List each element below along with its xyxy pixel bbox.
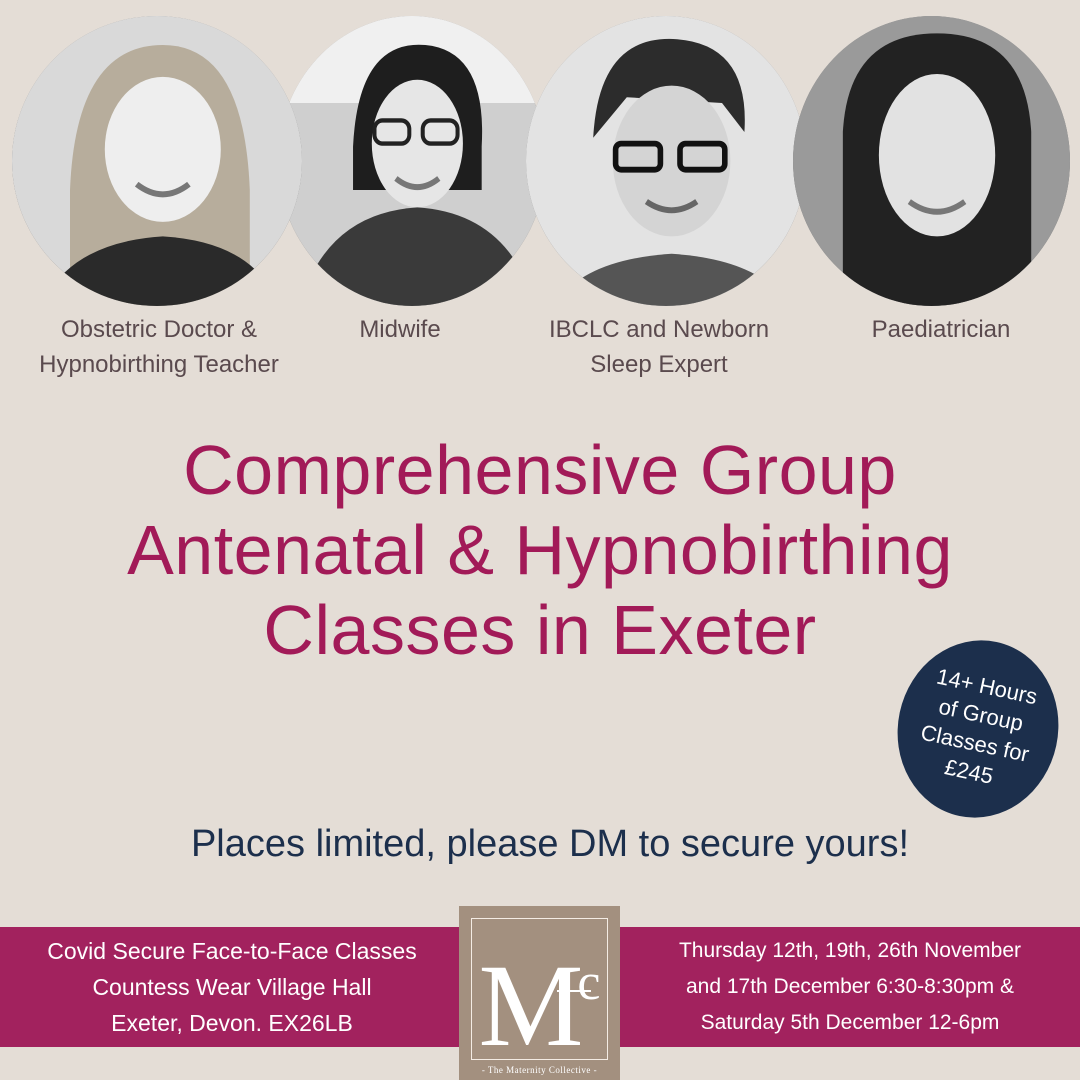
caption-midwife: Midwife	[310, 312, 490, 347]
schedule-line: and 17th December 6:30-8:30pm &	[685, 975, 1015, 998]
schedule-line: Saturday 5th December 12-6pm	[700, 1011, 1000, 1034]
caption-line: Sleep Expert	[590, 351, 728, 378]
logo-monogram-c: c	[577, 954, 601, 1011]
caption-ibclc: IBCLC and Newborn Sleep Expert	[518, 312, 800, 382]
caption-line: IBCLC and Newborn	[548, 316, 770, 343]
logo-monogram-m: M	[478, 940, 583, 1071]
call-to-action: Places limited, please DM to secure your…	[190, 823, 910, 865]
venue-line: Exeter, Devon. EX26LB	[111, 1010, 353, 1036]
maternity-collective-logo: Mc - The Maternity Collective -	[459, 906, 620, 1080]
price-badge-text: 14+ Hours of Group Classes for £245	[908, 660, 1048, 798]
logo-monogram: Mc	[459, 924, 620, 1065]
headline-line: Comprehensive Group	[183, 431, 897, 509]
team-photo-midwife	[278, 16, 546, 306]
headline-line: Antenatal & Hypnobirthing	[127, 511, 953, 589]
schedule-info: Thursday 12th, 19th, 26th November and 1…	[640, 933, 1060, 1041]
venue-line: Countess Wear Village Hall	[92, 974, 372, 1000]
headline: Comprehensive Group Antenatal & Hypnobir…	[20, 430, 1060, 670]
caption-line: Midwife	[359, 316, 441, 343]
caption-paediatrician: Paediatrician	[812, 312, 1070, 347]
team-photo-paediatrician	[793, 16, 1070, 306]
caption-line: Obstetric Doctor &	[60, 316, 258, 343]
schedule-line: Thursday 12th, 19th, 26th November	[678, 939, 1022, 962]
caption-obstetric-doctor: Obstetric Doctor & Hypnobirthing Teacher	[12, 312, 306, 382]
venue-line: Covid Secure Face-to-Face Classes	[47, 938, 417, 964]
caption-line: Paediatrician	[871, 316, 1011, 343]
team-photo-ibclc	[526, 16, 806, 306]
logo-tagline: - The Maternity Collective -	[481, 1065, 598, 1075]
team-photo-obstetric-doctor	[12, 16, 302, 306]
caption-line: Hypnobirthing Teacher	[39, 351, 279, 378]
headline-line: Classes in Exeter	[263, 591, 817, 669]
logo-rule	[557, 990, 591, 992]
venue-info: Covid Secure Face-to-Face Classes Counte…	[10, 933, 454, 1041]
